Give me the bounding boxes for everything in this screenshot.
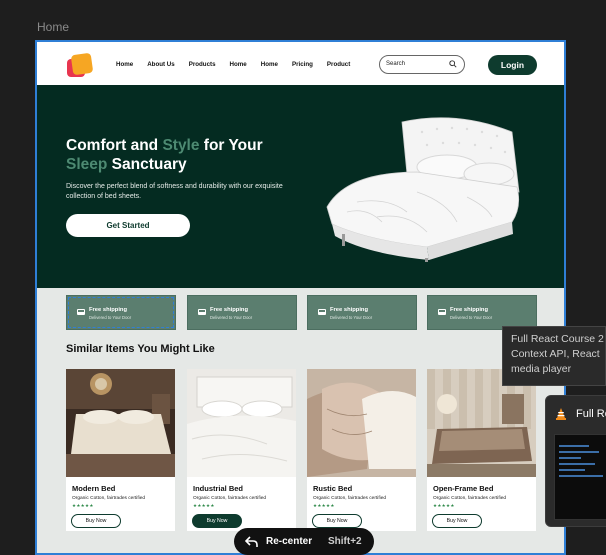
section-title: Similar Items You Might Like [66, 343, 215, 355]
hero-title: Comfort and Style for Your Sleep Sanctua… [66, 137, 263, 173]
modern-bed-image [66, 369, 175, 477]
product-desc: Organic Cotton, fairtrades certified [313, 496, 387, 501]
shipping-card-3[interactable]: Free shipping Delivered to Your Door [307, 295, 417, 330]
video-tooltip: Full React Course 2 Context API, React m… [502, 326, 606, 386]
nav-link-about[interactable]: About Us [147, 61, 175, 68]
rating-stars: ★★★★★ [193, 503, 215, 508]
product-desc: Organic Cotton, fairtrades certified [433, 496, 507, 501]
shipping-title: Free shipping [210, 307, 249, 313]
nav-link-home[interactable]: Home [116, 61, 133, 68]
truck-icon [318, 309, 326, 315]
undo-arrow-icon [245, 536, 258, 547]
shipping-subtitle: Delivered to Your Door [210, 315, 253, 320]
hero-section: Comfort and Style for Your Sleep Sanctua… [37, 85, 564, 288]
product-card-modern-bed[interactable]: Modern Bed Organic Cotton, fairtrades ce… [66, 369, 175, 531]
hero-description: Discover the perfect blend of softness a… [66, 183, 283, 200]
nav-link-home-2[interactable]: Home [230, 61, 247, 68]
truck-icon [198, 309, 206, 315]
truck-icon [438, 309, 446, 315]
buy-now-button[interactable]: Buy Now [192, 514, 242, 528]
shipping-subtitle: Delivered to Your Door [89, 315, 132, 320]
recenter-shortcut: Shift+2 [328, 536, 362, 547]
shipping-card-4[interactable]: Free shipping Delivered to Your Door [427, 295, 537, 330]
buy-now-button[interactable]: Buy Now [432, 514, 482, 528]
frame-label: Home [37, 20, 70, 34]
product-name: Modern Bed [72, 484, 116, 493]
shipping-card-2[interactable]: Free shipping Delivered to Your Door [187, 295, 297, 330]
industrial-bed-image [187, 369, 296, 477]
tooltip-line-1: Full React Course 2 [511, 333, 604, 345]
buy-now-button[interactable]: Buy Now [71, 514, 121, 528]
truck-icon [77, 309, 85, 315]
recenter-label: Re-center [266, 536, 313, 547]
brand-logo[interactable] [67, 52, 94, 78]
vlc-title: Full Re [576, 408, 606, 420]
hero-bed-image [326, 117, 520, 262]
recenter-button[interactable]: Re-center Shift+2 [234, 528, 374, 555]
navbar: Home About Us Products Home Home Pricing… [37, 42, 564, 85]
nav-links: Home About Us Products Home Home Pricing… [116, 61, 364, 68]
nav-link-product[interactable]: Product [327, 61, 350, 68]
get-started-button[interactable]: Get Started [66, 214, 190, 237]
product-card-open-frame-bed[interactable]: Open-Frame Bed Organic Cotton, fairtrade… [427, 369, 536, 531]
tooltip-line-2: Context API, React [511, 348, 600, 360]
search-placeholder: Search [386, 61, 406, 67]
rating-stars: ★★★★★ [433, 503, 455, 508]
rating-stars: ★★★★★ [313, 503, 335, 508]
rating-stars: ★★★★★ [72, 503, 94, 508]
shipping-subtitle: Delivered to Your Door [450, 315, 493, 320]
tooltip-line-3: media player [511, 363, 572, 375]
nav-link-home-3[interactable]: Home [261, 61, 278, 68]
product-card-industrial-bed[interactable]: Industrial Bed Organic Cotton, fairtrade… [187, 369, 296, 531]
login-button[interactable]: Login [488, 55, 537, 75]
shipping-card-1[interactable]: Free shipping Delivered to Your Door [66, 295, 176, 330]
shipping-title: Free shipping [89, 307, 128, 313]
nav-link-products[interactable]: Products [189, 61, 216, 68]
home-frame[interactable]: Home About Us Products Home Home Pricing… [35, 40, 566, 555]
product-name: Industrial Bed [193, 484, 244, 493]
shipping-title: Free shipping [450, 307, 489, 313]
rustic-bed-image [307, 369, 416, 477]
product-card-rustic-bed[interactable]: Rustic Bed Organic Cotton, fairtrades ce… [307, 369, 416, 531]
shipping-title: Free shipping [330, 307, 369, 313]
vlc-cone-icon [556, 408, 566, 420]
product-name: Open-Frame Bed [433, 484, 494, 493]
product-desc: Organic Cotton, fairtrades certified [72, 496, 146, 501]
buy-now-button[interactable]: Buy Now [312, 514, 362, 528]
search-input[interactable]: Search [379, 55, 465, 74]
nav-link-pricing[interactable]: Pricing [292, 61, 313, 68]
vlc-mini-window[interactable]: Full Re [545, 395, 606, 527]
shipping-subtitle: Delivered to Your Door [330, 315, 373, 320]
vlc-thumbnail [554, 434, 606, 520]
product-desc: Organic Cotton, fairtrades certified [193, 496, 267, 501]
product-name: Rustic Bed [313, 484, 353, 493]
search-icon [449, 60, 457, 68]
